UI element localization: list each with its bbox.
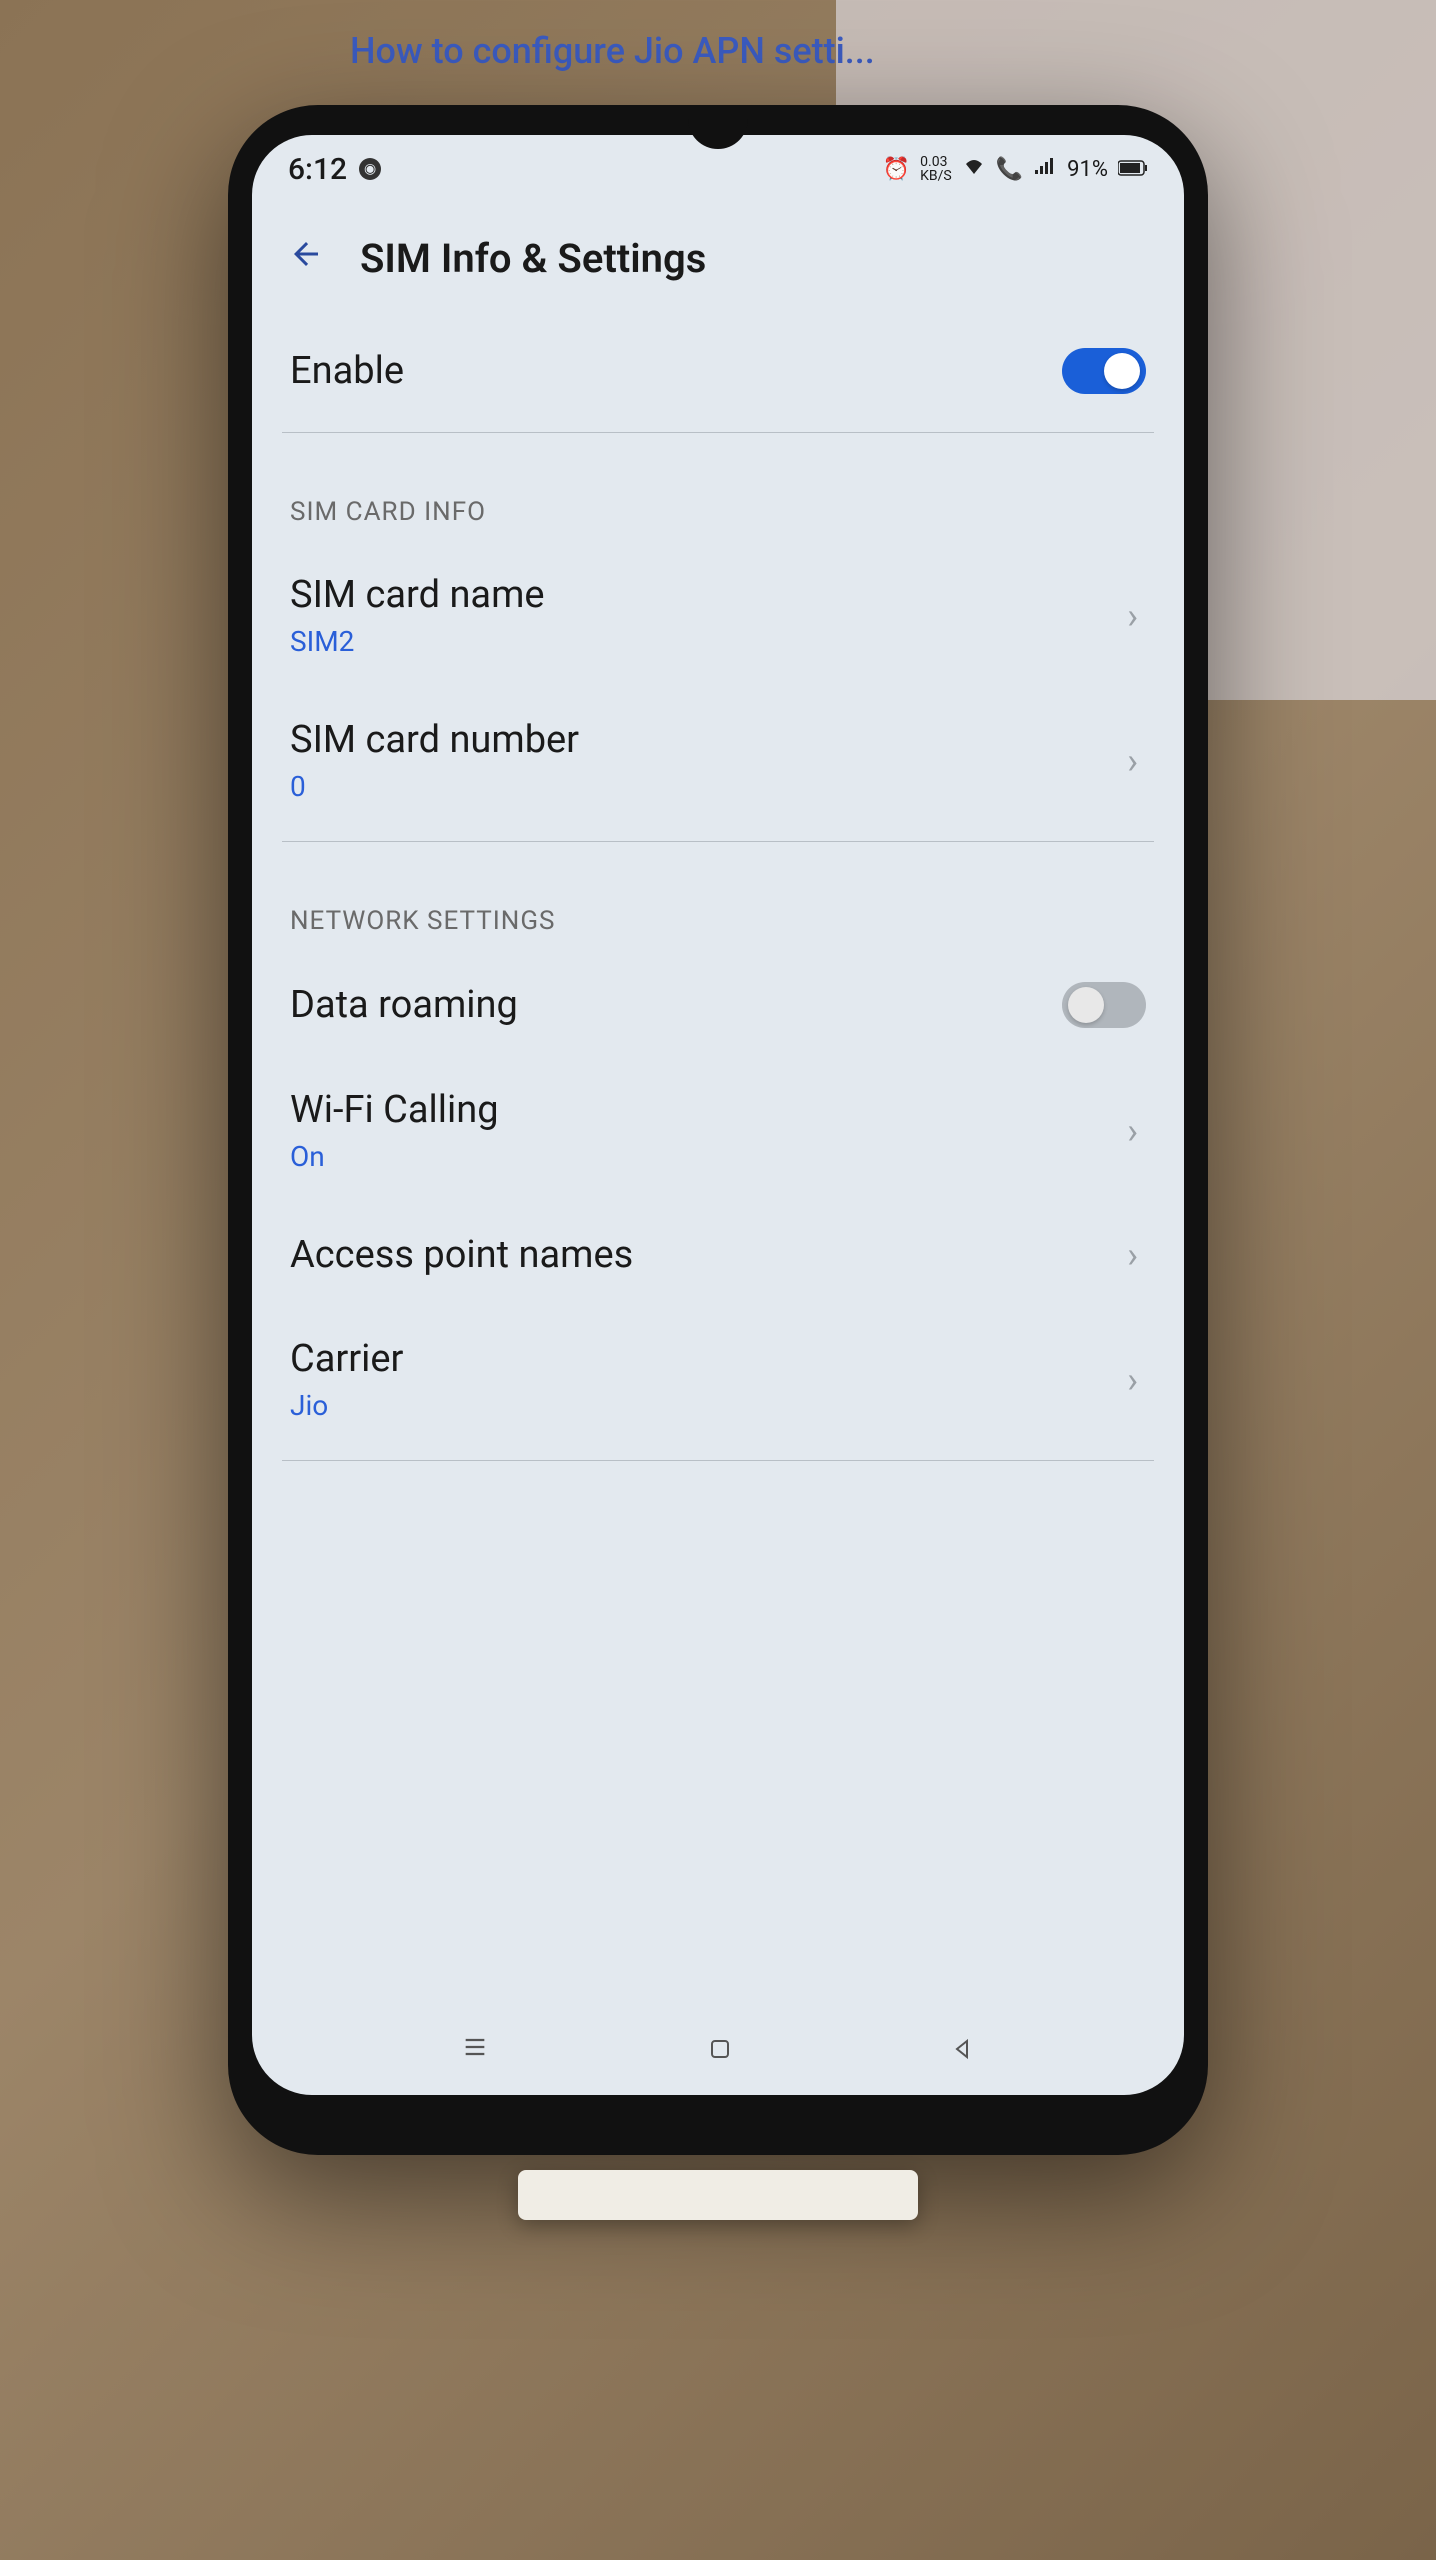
phone-body: 6:12 ◉ ⏰ 0.03 KB/S 📞: [228, 105, 1208, 2155]
chevron-right-icon: ›: [1119, 740, 1146, 782]
data-roaming-row[interactable]: Data roaming: [282, 952, 1154, 1058]
apn-label: Access point names: [290, 1233, 1119, 1277]
data-roaming-toggle[interactable]: [1062, 982, 1146, 1028]
carrier-label: Carrier: [290, 1337, 1119, 1381]
wifi-calling-value: On: [290, 1140, 1119, 1173]
section-header-sim-info: SIM CARD INFO: [282, 457, 1154, 543]
data-roaming-label: Data roaming: [290, 983, 1062, 1027]
divider: [282, 432, 1154, 433]
section-header-network: NETWORK SETTINGS: [282, 866, 1154, 952]
wifi-icon: [962, 156, 986, 182]
back-arrow-icon[interactable]: [280, 227, 332, 290]
net-speed-icon: 0.03 KB/S: [920, 155, 952, 183]
alarm-icon: ⏰: [883, 157, 910, 182]
page-title: SIM Info & Settings: [360, 235, 706, 282]
divider: [282, 841, 1154, 842]
sim-card-name-value: SIM2: [290, 625, 1119, 658]
chevron-right-icon: ›: [1119, 1110, 1146, 1152]
carrier-value: Jio: [290, 1389, 1119, 1422]
signal-icon: [1033, 156, 1057, 182]
nav-recents-icon[interactable]: [437, 2019, 513, 2081]
battery-percent: 91%: [1067, 157, 1108, 182]
status-left: 6:12 ◉: [288, 152, 381, 187]
nav-home-icon[interactable]: [684, 2019, 756, 2081]
toggle-knob: [1068, 987, 1104, 1023]
battery-icon: [1118, 157, 1148, 182]
phone-screen: 6:12 ◉ ⏰ 0.03 KB/S 📞: [252, 135, 1184, 2095]
apn-row[interactable]: Access point names ›: [282, 1203, 1154, 1307]
status-right: ⏰ 0.03 KB/S 📞 91%: [883, 155, 1148, 183]
status-app-icon: ◉: [359, 158, 381, 180]
sim-card-number-value: 0: [290, 770, 1119, 803]
wifi-calling-row[interactable]: Wi-Fi Calling On ›: [282, 1058, 1154, 1203]
background-browser-tab-text: How to configure Jio APN setti...: [350, 30, 875, 72]
chevron-right-icon: ›: [1119, 1359, 1146, 1401]
nav-back-icon[interactable]: [927, 2019, 999, 2081]
sim-card-number-row[interactable]: SIM card number 0 ›: [282, 688, 1154, 833]
volte-icon: 📞: [996, 157, 1023, 182]
toggle-knob: [1104, 353, 1140, 389]
phone-stand: [518, 2170, 918, 2220]
screen-header: SIM Info & Settings: [252, 203, 1184, 318]
sim-card-name-label: SIM card name: [290, 573, 1119, 617]
sim-card-name-row[interactable]: SIM card name SIM2 ›: [282, 543, 1154, 688]
status-time: 6:12: [288, 152, 347, 187]
sim-card-number-label: SIM card number: [290, 718, 1119, 762]
chevron-right-icon: ›: [1119, 595, 1146, 637]
settings-content: Enable SIM CARD INFO SIM card name SIM2 …: [252, 318, 1184, 2005]
enable-row[interactable]: Enable: [282, 318, 1154, 424]
chevron-right-icon: ›: [1119, 1234, 1146, 1276]
wifi-calling-label: Wi-Fi Calling: [290, 1088, 1119, 1132]
divider: [282, 1460, 1154, 1461]
carrier-row[interactable]: Carrier Jio ›: [282, 1307, 1154, 1452]
enable-toggle[interactable]: [1062, 348, 1146, 394]
navigation-bar: [252, 2005, 1184, 2095]
enable-label: Enable: [290, 349, 1062, 393]
